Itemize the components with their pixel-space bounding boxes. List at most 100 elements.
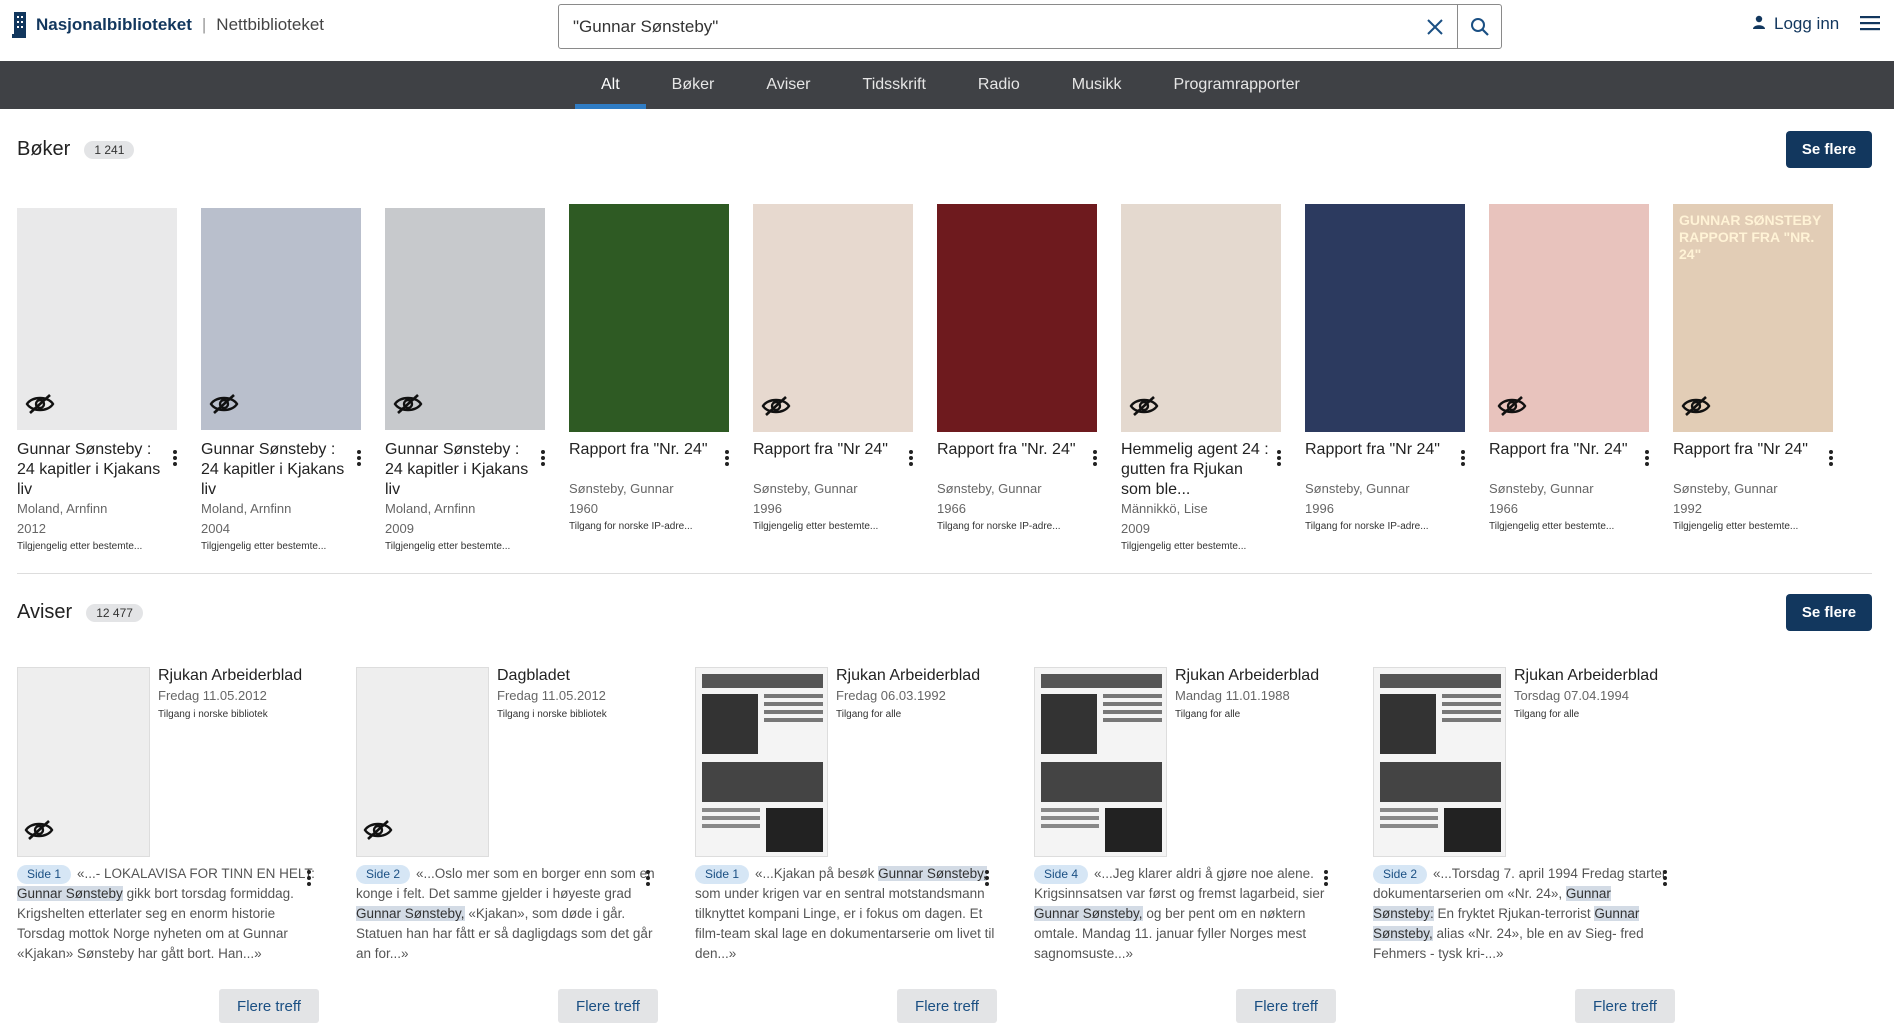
login-label: Logg inn [1774, 14, 1840, 33]
more-vert-icon[interactable] [721, 447, 733, 469]
book-title[interactable]: Hemmelig agent 24 : gutten fra Rjukan so… [1121, 440, 1271, 500]
more-vert-icon[interactable] [642, 867, 654, 889]
books-see-more-button[interactable]: Se flere [1786, 131, 1872, 168]
more-hits-button[interactable]: Flere treff [1575, 989, 1675, 1023]
book-cover[interactable] [569, 204, 729, 432]
book-cover[interactable] [753, 204, 913, 432]
book-title[interactable]: Gunnar Sønsteby : 24 kapitler i Kjakans … [17, 440, 167, 500]
book-author: Sønsteby, Gunnar [937, 481, 1042, 496]
more-vert-icon[interactable] [981, 867, 993, 889]
more-vert-icon[interactable] [169, 447, 181, 469]
more-vert-icon[interactable] [1320, 867, 1332, 889]
book-title[interactable]: Rapport fra "Nr. 24" [937, 440, 1087, 460]
tab-bøker[interactable]: Bøker [646, 61, 741, 109]
newspaper-thumbnail[interactable] [695, 667, 828, 857]
eye-off-icon [1681, 395, 1711, 420]
search-icon[interactable] [1457, 4, 1501, 49]
search-highlight: Gunnar Sønsteby, [356, 906, 465, 921]
page-badge[interactable]: Side 2 [356, 865, 411, 884]
book-cover[interactable] [17, 208, 177, 430]
more-hits-button[interactable]: Flere treff [897, 989, 997, 1023]
book-cover[interactable] [1305, 204, 1465, 432]
book-author: Sønsteby, Gunnar [1673, 481, 1778, 496]
tab-radio[interactable]: Radio [952, 61, 1046, 109]
logo[interactable]: Nasjonalbiblioteket | Nettbiblioteket [12, 12, 324, 38]
hamburger-menu-icon[interactable] [1860, 14, 1880, 35]
search-snippet: Side 2 «...Torsdag 7. april 1994 Fredag s… [1373, 864, 1673, 964]
book-access-note: Tilgjengelig etter bestemte... [1121, 541, 1247, 552]
search-highlight: Gunnar Sønsteby [17, 886, 123, 901]
more-hits-button[interactable]: Flere treff [1236, 989, 1336, 1023]
newspaper-thumbnail[interactable] [356, 667, 489, 857]
newspaper-thumbnail[interactable] [17, 667, 150, 857]
papers-see-more-button[interactable]: Se flere [1786, 594, 1872, 631]
book-title[interactable]: Gunnar Sønsteby : 24 kapitler i Kjakans … [201, 440, 351, 500]
tab-tidsskrift[interactable]: Tidsskrift [837, 61, 952, 109]
search-input[interactable] [559, 5, 1413, 48]
book-title[interactable]: Rapport fra "Nr. 24" [1489, 440, 1639, 460]
search-snippet: Side 1 «...Kjakan på besøk Gunnar Sønsteb… [695, 864, 995, 964]
book-cover-text: GUNNAR SØNSTEBY RAPPORT FRA "NR. 24" [1679, 212, 1822, 262]
search-snippet: Side 2 «...Oslo mer som en borger enn som… [356, 864, 656, 964]
book-access-note: Tilgjengelig etter bestemte... [201, 541, 327, 552]
login-button[interactable]: Logg inn [1752, 14, 1839, 34]
tab-alt[interactable]: Alt [575, 61, 646, 109]
papers-section-header: Aviser 12 477 [17, 601, 143, 624]
book-cover[interactable]: GUNNAR SØNSTEBY RAPPORT FRA "NR. 24" [1673, 204, 1833, 432]
newspaper-access-note: Tilgang for alle [836, 709, 902, 720]
more-vert-icon[interactable] [537, 447, 549, 469]
book-year: 1992 [1673, 501, 1702, 516]
tab-musikk[interactable]: Musikk [1046, 61, 1148, 109]
more-hits-button[interactable]: Flere treff [558, 989, 658, 1023]
newspaper-date: Mandag 11.01.1988 [1175, 688, 1290, 703]
book-cover[interactable] [937, 204, 1097, 432]
more-hits-button[interactable]: Flere treff [219, 989, 319, 1023]
book-title[interactable]: Rapport fra "Nr. 24" [569, 440, 719, 460]
library-logo-icon [12, 12, 28, 38]
newspaper-name[interactable]: Rjukan Arbeiderblad [1514, 667, 1658, 685]
newspaper-date: Torsdag 07.04.1994 [1514, 688, 1629, 703]
newspaper-name[interactable]: Dagbladet [497, 667, 570, 685]
newspaper-thumbnail[interactable] [1034, 667, 1167, 857]
book-access-note: Tilgjengelig etter bestemte... [1673, 521, 1799, 532]
more-vert-icon[interactable] [1641, 447, 1653, 469]
newspaper-name[interactable]: Rjukan Arbeiderblad [158, 667, 302, 685]
user-icon [1752, 14, 1766, 34]
more-vert-icon[interactable] [1825, 447, 1837, 469]
tab-programrapporter[interactable]: Programrapporter [1148, 61, 1326, 109]
close-icon[interactable] [1413, 5, 1457, 49]
book-title[interactable]: Rapport fra "Nr 24" [1305, 440, 1455, 460]
page-badge[interactable]: Side 1 [17, 865, 72, 884]
book-cover[interactable] [201, 208, 361, 430]
more-vert-icon[interactable] [1089, 447, 1101, 469]
newspaper-name[interactable]: Rjukan Arbeiderblad [836, 667, 980, 685]
page-badge[interactable]: Side 2 [1373, 865, 1428, 884]
more-vert-icon[interactable] [1273, 447, 1285, 469]
book-cover[interactable] [385, 208, 545, 430]
site-name: Nettbiblioteket [216, 15, 325, 34]
tab-aviser[interactable]: Aviser [740, 61, 836, 109]
newspaper-thumbnail[interactable] [1373, 667, 1506, 857]
book-author: Sønsteby, Gunnar [569, 481, 674, 496]
book-title[interactable]: Gunnar Sønsteby : 24 kapitler i Kjakans … [385, 440, 535, 500]
more-vert-icon[interactable] [905, 447, 917, 469]
book-title[interactable]: Rapport fra "Nr 24" [753, 440, 903, 460]
book-cover[interactable] [1121, 204, 1281, 432]
page-badge[interactable]: Side 1 [695, 865, 750, 884]
newspaper-access-note: Tilgang i norske bibliotek [497, 709, 607, 720]
book-year: 2009 [385, 521, 414, 536]
page-badge[interactable]: Side 4 [1034, 865, 1089, 884]
book-author: Sønsteby, Gunnar [1489, 481, 1594, 496]
book-title[interactable]: Rapport fra "Nr 24" [1673, 440, 1823, 460]
top-bar: Nasjonalbiblioteket | Nettbiblioteket Lo… [0, 0, 1894, 60]
newspaper-name[interactable]: Rjukan Arbeiderblad [1175, 667, 1319, 685]
book-access-note: Tilgjengelig etter bestemte... [385, 541, 511, 552]
book-year: 2004 [201, 521, 230, 536]
book-cover[interactable] [1489, 204, 1649, 432]
book-year: 1960 [569, 501, 598, 516]
more-vert-icon[interactable] [353, 447, 365, 469]
more-vert-icon[interactable] [1659, 867, 1671, 889]
more-vert-icon[interactable] [1457, 447, 1469, 469]
more-vert-icon[interactable] [303, 867, 315, 889]
book-year: 1966 [1489, 501, 1518, 516]
